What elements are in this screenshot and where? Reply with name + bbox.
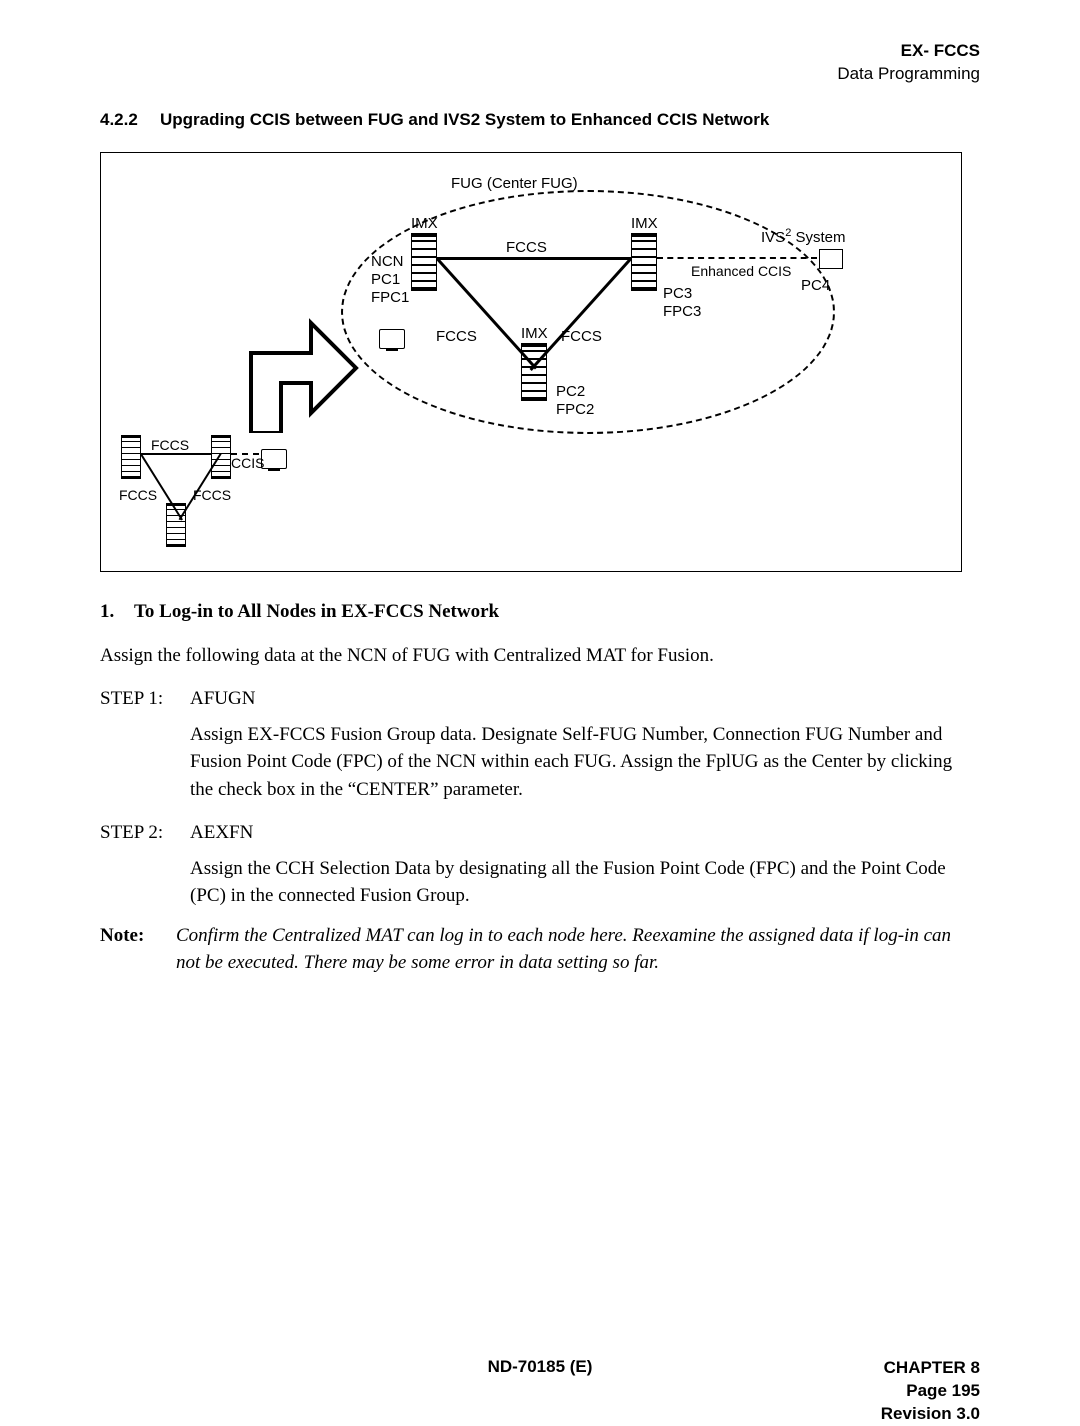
fug-title-label: FUG (Center FUG) <box>451 175 578 192</box>
body-text: 1.To Log-in to All Nodes in EX-FCCS Netw… <box>100 598 980 977</box>
section-title: Upgrading CCIS between FUG and IVS2 Syst… <box>160 110 769 129</box>
fccs-label-top: FCCS <box>506 239 547 256</box>
fpc3-label: FPC3 <box>663 303 701 320</box>
footer-page: Page 195 <box>881 1380 980 1403</box>
imx-rack-right <box>631 233 657 291</box>
pc4-label: PC4 <box>801 277 830 294</box>
imx-label-bottom: IMX <box>521 325 548 342</box>
small-ccis-label: CCIS <box>231 455 264 471</box>
small-fccs-top: FCCS <box>151 437 189 453</box>
footer-chapter: CHAPTER 8 <box>881 1357 980 1380</box>
pc3-label: PC3 <box>663 285 692 302</box>
step-2-body-row: Assign the CCH Selection Data by designa… <box>100 855 980 910</box>
footer-revision: Revision 3.0 <box>881 1403 980 1426</box>
imx-label-right: IMX <box>631 215 658 232</box>
running-header: EX- FCCS Data Programming <box>837 40 980 86</box>
small-line-top <box>141 453 211 455</box>
footer-doc-id: ND-70185 (E) <box>100 1357 980 1377</box>
small-rack-tl <box>121 435 141 479</box>
subheading-text: To Log-in to All Nodes in EX-FCCS Networ… <box>134 601 499 622</box>
mat-computer-icon <box>379 329 405 349</box>
section-number: 4.2.2 <box>100 110 160 130</box>
note-body: Confirm the Centralized MAT can log in t… <box>176 922 980 977</box>
imx-label-left: IMX <box>411 215 438 232</box>
enhanced-ccis-label: Enhanced CCIS <box>691 263 791 279</box>
small-fccs-left: FCCS <box>119 487 157 503</box>
small-pc-icon <box>261 449 287 469</box>
subheading: 1.To Log-in to All Nodes in EX-FCCS Netw… <box>100 598 980 626</box>
small-fccs-right: FCCS <box>193 487 231 503</box>
small-rack-tr <box>211 435 231 479</box>
fccs-label-right: FCCS <box>561 328 602 345</box>
enhanced-ccis-line <box>657 257 817 259</box>
intro-paragraph: Assign the following data at the NCN of … <box>100 642 980 670</box>
header-subtitle: Data Programming <box>837 63 980 86</box>
step-1-label: STEP 1: <box>100 685 190 713</box>
fccs-line-top <box>437 257 631 260</box>
upgrade-arrow-icon <box>231 293 361 433</box>
step-1-name: AFUGN <box>190 685 980 713</box>
subheading-number: 1. <box>100 598 134 626</box>
ivs2-label: IVS2 System <box>761 227 846 246</box>
step-1-body: Assign EX-FCCS Fusion Group data. Design… <box>190 721 980 804</box>
header-title: EX- FCCS <box>837 40 980 63</box>
step-1-body-row: Assign EX-FCCS Fusion Group data. Design… <box>100 721 980 804</box>
pc1-label: PC1 <box>371 271 400 288</box>
network-diagram: FUG (Center FUG) IMX NCN PC1 FPC1 IMX PC… <box>100 152 962 572</box>
step-2: STEP 2: AEXFN <box>100 819 980 847</box>
step-1: STEP 1: AFUGN <box>100 685 980 713</box>
imx-rack-left <box>411 233 437 291</box>
page: EX- FCCS Data Programming 4.2.2Upgrading… <box>0 0 1080 1397</box>
note-label: Note: <box>100 922 176 977</box>
step-2-label: STEP 2: <box>100 819 190 847</box>
fpc2-label: FPC2 <box>556 401 594 418</box>
imx-rack-bottom <box>521 343 547 401</box>
fpc1-label: FPC1 <box>371 289 409 306</box>
pc2-label: PC2 <box>556 383 585 400</box>
step-2-body: Assign the CCH Selection Data by designa… <box>190 855 980 910</box>
ncn-label: NCN <box>371 253 404 270</box>
section-heading: 4.2.2Upgrading CCIS between FUG and IVS2… <box>100 110 980 130</box>
ivs2-box-icon <box>819 249 843 269</box>
note: Note: Confirm the Centralized MAT can lo… <box>100 922 980 977</box>
fccs-label-left: FCCS <box>436 328 477 345</box>
step-2-name: AEXFN <box>190 819 980 847</box>
